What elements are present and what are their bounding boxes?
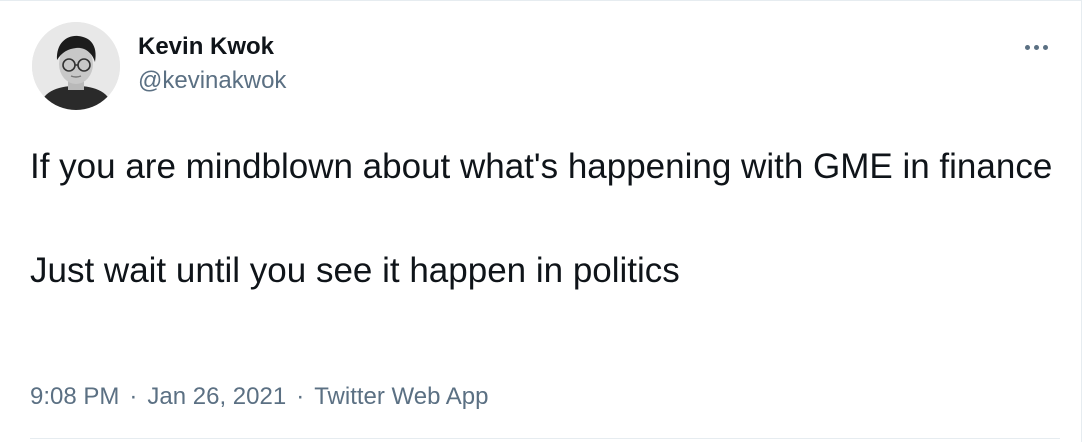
user-display-name[interactable]: Kevin Kwok <box>138 31 274 63</box>
tweet-card: Kevin Kwok @kevinakwok If you are mindbl… <box>0 0 1082 442</box>
more-icon-dot <box>1033 44 1039 50</box>
tweet-time-link[interactable]: 9:08 PM <box>30 383 119 410</box>
meta-separator: · <box>296 383 305 410</box>
tweet-source-link[interactable]: Twitter Web App <box>314 383 488 410</box>
tweet-date-link[interactable]: Jan 26, 2021 <box>147 383 286 410</box>
tweet-text: If you are mindblown about what's happen… <box>30 147 1053 290</box>
user-handle[interactable]: @kevinakwok <box>138 65 286 97</box>
avatar-photo <box>32 22 120 110</box>
more-icon-dot <box>1042 44 1048 50</box>
more-options-button[interactable] <box>1012 31 1060 63</box>
divider <box>30 438 1060 439</box>
tweet-metadata: 9:08 PM · Jan 26, 2021 · Twitter Web App <box>30 381 489 413</box>
more-horizontal-icon <box>1024 44 1030 50</box>
avatar[interactable] <box>32 22 120 110</box>
meta-separator: · <box>129 383 138 410</box>
